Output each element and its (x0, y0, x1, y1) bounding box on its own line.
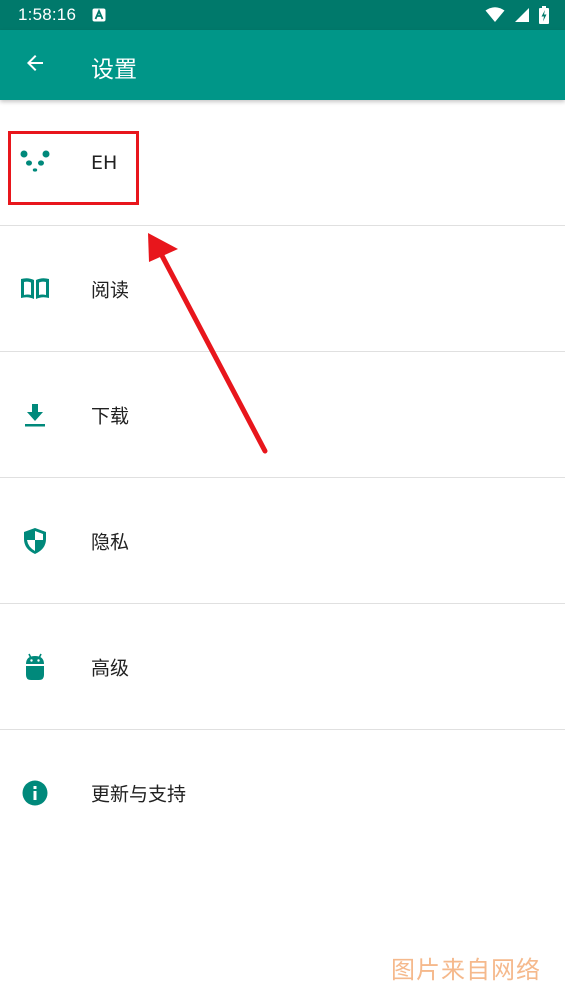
android-icon (18, 650, 52, 684)
back-button[interactable] (17, 47, 53, 83)
book-icon (18, 272, 52, 306)
signal-icon (514, 7, 530, 27)
download-icon (18, 398, 52, 432)
settings-item-label: 阅读 (91, 279, 130, 301)
status-time: 1:58:16 (18, 5, 77, 24)
app-bar: 设置 (0, 30, 565, 100)
settings-item-privacy[interactable]: 隐私 (0, 478, 565, 604)
watermark: 图片来自网络 (391, 956, 541, 984)
settings-item-download[interactable]: 下载 (0, 352, 565, 478)
settings-item-advanced[interactable]: 高级 (0, 604, 565, 730)
settings-list: EH 阅读 下载 隐私 高级 更新与支持 (0, 100, 565, 855)
status-icons (485, 6, 549, 28)
settings-item-label: 高级 (91, 657, 130, 679)
settings-item-label: 下载 (91, 405, 130, 427)
settings-item-label: 更新与支持 (91, 783, 187, 805)
settings-item-label: EH (91, 151, 118, 174)
settings-item-label: 隐私 (91, 531, 130, 553)
info-icon (18, 776, 52, 810)
settings-item-reading[interactable]: 阅读 (0, 226, 565, 352)
settings-item-update-support[interactable]: 更新与支持 (0, 730, 565, 855)
shield-icon (18, 524, 52, 558)
settings-item-eh[interactable]: EH (0, 100, 565, 226)
panda-icon (18, 146, 52, 180)
arrow-back-icon (23, 51, 47, 79)
page-title: 设置 (91, 57, 137, 83)
status-bar: 1:58:16 (0, 0, 565, 30)
a-letter-icon (92, 7, 106, 26)
battery-charging-icon (539, 6, 549, 28)
wifi-icon (485, 7, 505, 27)
